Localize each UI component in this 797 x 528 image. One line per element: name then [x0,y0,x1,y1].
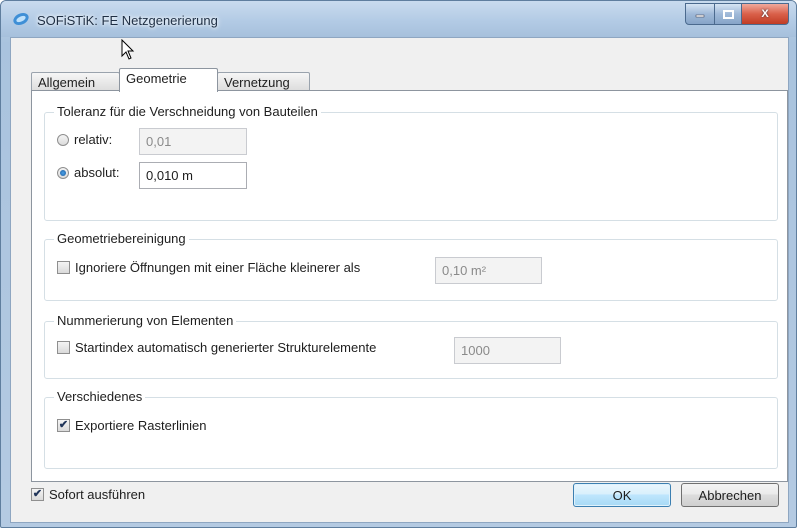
sofistik-app-icon [13,12,29,26]
run-now-checkbox[interactable]: ✔ [31,488,44,501]
checkmark-icon: ✔ [32,488,43,500]
tab-allgemein[interactable]: Allgemein [31,72,120,91]
tolerance-group-title: Toleranz für die Verschneidung von Baute… [54,104,321,119]
ok-button[interactable]: OK [573,483,671,507]
dialog-window: SOFiSTiK: FE Netzgenerierung X Allgemein… [0,0,797,528]
window-controls: X [685,3,789,25]
maximize-icon [722,9,734,19]
startindex-field[interactable]: 1000 [454,337,561,364]
relative-label: relativ: [74,132,113,147]
misc-group: Verschiedenes ✔ Exportiere Rasterlinien [44,389,778,469]
element-numbering-group-title: Nummerierung von Elementen [54,313,237,328]
minimize-icon [695,14,705,18]
startindex-checkbox[interactable] [57,341,70,354]
cancel-button[interactable]: Abbrechen [681,483,779,507]
relative-radio[interactable] [57,133,69,146]
geometry-tab-panel: Toleranz für die Verschneidung von Baute… [31,90,788,482]
close-button[interactable]: X [742,3,789,25]
export-gridlines-label: Exportiere Rasterlinien [75,418,207,433]
tolerance-group: Toleranz für die Verschneidung von Baute… [44,104,778,221]
misc-group-title: Verschiedenes [54,389,146,404]
element-numbering-group: Nummerierung von Elementen Startindex au… [44,313,778,379]
geometry-cleanup-group-title: Geometriebereinigung [54,231,189,246]
mouse-cursor-icon [121,39,135,60]
startindex-option[interactable]: Startindex automatisch generierter Struk… [57,340,376,355]
close-icon: X [761,8,769,20]
window-title: SOFiSTiK: FE Netzgenerierung [37,13,218,28]
absolute-option[interactable]: absolut: [57,165,120,180]
min-area-field[interactable]: 0,10 m² [435,257,542,284]
ignore-openings-label: Ignoriere Öffnungen mit einer Fläche kle… [75,260,361,275]
tab-geometrie[interactable]: Geometrie [119,68,218,92]
ignore-openings-option[interactable]: Ignoriere Öffnungen mit einer Fläche kle… [57,260,360,275]
tab-vernetzung[interactable]: Vernetzung [217,72,310,91]
startindex-label: Startindex automatisch generierter Struk… [75,340,377,355]
export-gridlines-option[interactable]: ✔ Exportiere Rasterlinien [57,418,207,433]
minimize-button[interactable] [685,3,715,25]
geometry-cleanup-group: Geometriebereinigung Ignoriere Öffnungen… [44,231,778,301]
dialog-client-area: Allgemein Geometrie Vernetzung Toleranz … [10,37,789,523]
absolute-value-field[interactable]: 0,010 m [139,162,247,189]
title-bar[interactable]: SOFiSTiK: FE Netzgenerierung X [1,1,796,37]
checkmark-icon: ✔ [58,419,69,431]
maximize-button[interactable] [715,3,742,25]
absolute-label: absolut: [74,165,120,180]
absolute-radio[interactable] [57,166,69,179]
export-gridlines-checkbox[interactable]: ✔ [57,419,70,432]
relative-option[interactable]: relativ: [57,132,112,147]
relative-value-field[interactable]: 0,01 [139,128,247,155]
run-now-label: Sofort ausführen [49,487,146,502]
run-now-option[interactable]: ✔ Sofort ausführen [31,487,145,502]
ignore-openings-checkbox[interactable] [57,261,70,274]
